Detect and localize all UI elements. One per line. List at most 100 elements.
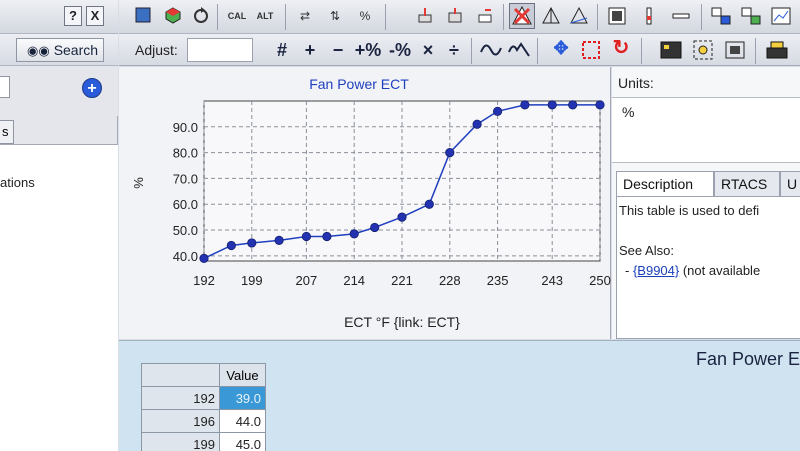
data-point[interactable] (349, 229, 359, 239)
data-point[interactable] (397, 212, 407, 222)
data-point[interactable] (274, 235, 284, 245)
x-axis-label: ECT °F {link: ECT} (344, 314, 460, 330)
x-tick-label: 221 (391, 273, 413, 288)
tree-view[interactable]: ations (0, 144, 118, 451)
data-point[interactable] (595, 100, 605, 110)
data-point[interactable] (445, 148, 455, 158)
search-label: Search (53, 42, 99, 58)
data-point[interactable] (301, 231, 312, 242)
add-percent-button[interactable]: +% (353, 38, 383, 62)
write-icon[interactable] (445, 6, 465, 26)
slider-icon[interactable] (639, 6, 659, 26)
data-point[interactable] (370, 222, 380, 233)
smooth-icon[interactable] (479, 38, 503, 62)
tab-more[interactable]: U (780, 171, 800, 197)
value-table: Value 192 39.0 196 44.0 199 45.0 (141, 363, 266, 451)
cal-icon[interactable]: CAL (227, 6, 247, 26)
data-point[interactable] (472, 119, 482, 129)
fill-icon[interactable] (579, 38, 603, 62)
divide-button[interactable]: ÷ (443, 38, 465, 62)
percent-icon[interactable]: ⇅ (325, 6, 345, 26)
set-value-button[interactable]: # (271, 38, 293, 62)
see-also-label: See Also: (619, 243, 674, 258)
data-point[interactable] (199, 253, 209, 264)
row-header[interactable]: 192 (141, 386, 220, 410)
data-point[interactable] (247, 238, 257, 248)
refresh-icon[interactable] (191, 6, 211, 26)
see-also-link[interactable]: {B9904} (633, 263, 679, 278)
zoom-icon[interactable] (691, 38, 715, 62)
data-point[interactable] (547, 100, 557, 110)
left-search-bar: ◉◉ Search (0, 34, 118, 66)
left-toolbar: ? X (0, 0, 118, 34)
info-panel: Units: % Description RTACS U This table … (612, 67, 800, 339)
display-icon[interactable] (659, 38, 683, 62)
tab-description[interactable]: Description (616, 171, 714, 197)
table-row: 199 45.0 (141, 432, 266, 451)
left-panel: ? X ◉◉ Search + s ations (0, 0, 118, 451)
y-tick-label: 60.0 (173, 197, 198, 212)
copy-alt-icon[interactable] (741, 6, 761, 26)
minimize-icon[interactable] (475, 6, 495, 26)
tab-rtacs[interactable]: RTACS (714, 171, 780, 197)
add-icon[interactable]: + (82, 78, 102, 98)
graph-icon[interactable] (771, 6, 791, 26)
export-icon[interactable] (765, 38, 789, 62)
load-icon[interactable] (415, 6, 435, 26)
help-button[interactable]: ? (64, 6, 82, 26)
data-point[interactable] (520, 100, 530, 110)
fan-power-chart[interactable]: Fan Power ECT 40.0 50.0 60.0 70.0 80.0 90.0 1… (119, 67, 611, 339)
subtract-button[interactable]: − (327, 38, 349, 62)
close-button[interactable]: X (86, 6, 104, 26)
x-tick-label: 243 (541, 273, 563, 288)
warning-icon[interactable] (509, 3, 535, 29)
value-cell[interactable]: 39.0 (219, 386, 266, 410)
data-point[interactable] (322, 231, 332, 242)
data-point[interactable] (492, 106, 503, 116)
row-header[interactable]: 199 (141, 432, 220, 451)
x-tick-label: 199 (241, 273, 263, 288)
scale-icon[interactable]: % (355, 6, 375, 26)
reset-icon[interactable]: ↻ (609, 38, 633, 62)
value-cell[interactable]: 45.0 (219, 432, 266, 451)
left-tab[interactable]: s (0, 120, 14, 144)
alt-icon[interactable]: ALT (255, 6, 275, 26)
y-tick-label: 50.0 (173, 223, 198, 238)
grid-icon[interactable] (607, 6, 627, 26)
axis-alt-icon[interactable] (569, 6, 589, 26)
table-corner (141, 363, 220, 387)
y-tick-label: 70.0 (173, 171, 198, 186)
table-title: Fan Power E (695, 349, 800, 369)
step-icon[interactable] (507, 38, 531, 62)
copy-icon[interactable] (711, 6, 731, 26)
data-point[interactable] (424, 199, 434, 209)
fit-icon[interactable] (723, 38, 747, 62)
data-point[interactable] (226, 240, 236, 251)
target-icon[interactable]: ✥ (549, 38, 573, 62)
adjust-input[interactable] (187, 38, 253, 62)
data-point[interactable] (568, 100, 578, 110)
tree-item[interactable]: ations (0, 175, 35, 190)
subtract-percent-button[interactable]: -% (385, 38, 415, 62)
column-header-value[interactable]: Value (219, 363, 266, 387)
chart-title: Fan Power ECT (309, 76, 409, 92)
y-tick-label: 80.0 (173, 146, 198, 161)
value-cell[interactable]: 44.0 (219, 409, 266, 433)
add-button[interactable]: + (299, 38, 321, 62)
x-tick-label: 235 (487, 273, 509, 288)
row-header[interactable]: 196 (141, 409, 220, 433)
x-tick-label: 228 (439, 273, 461, 288)
filter-dropdown[interactable] (0, 76, 10, 98)
swap-icon[interactable]: ⇄ (295, 6, 315, 26)
cube-icon[interactable] (163, 6, 183, 26)
dash-icon[interactable] (671, 6, 691, 26)
table-row: 192 39.0 (141, 386, 266, 410)
axis-icon[interactable] (541, 6, 561, 26)
main-toolbar: CAL ALT ⇄ ⇅ % (119, 0, 800, 34)
chart-pane: Fan Power ECT 40.0 50.0 60.0 70.0 80.0 90.0 1… (119, 67, 611, 339)
search-button[interactable]: ◉◉ Search (16, 38, 104, 62)
save-icon[interactable] (133, 6, 153, 26)
x-tick-label: 214 (343, 273, 365, 288)
see-also-suffix: (not available (679, 263, 761, 278)
multiply-button[interactable]: × (417, 38, 439, 62)
